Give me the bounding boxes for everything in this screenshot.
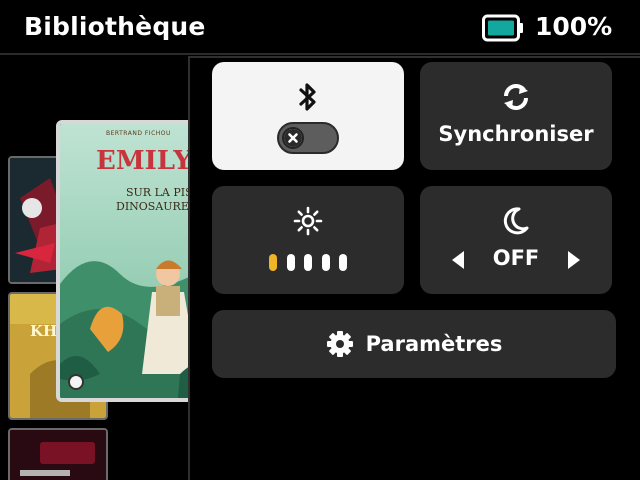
brightness-dot — [321, 254, 330, 271]
book-title: EMILY JO — [96, 146, 190, 176]
brightness-dot — [286, 254, 295, 271]
brightness-icon — [293, 206, 323, 236]
settings-label: Paramètres — [365, 332, 503, 356]
battery-icon — [482, 14, 523, 42]
bluetooth-icon — [299, 83, 316, 111]
brightness-dot — [339, 254, 347, 271]
chevron-right-icon[interactable] — [566, 250, 582, 270]
night-mode-tile[interactable]: OFF — [420, 186, 612, 294]
page-title: Bibliothèque — [24, 12, 206, 41]
moon-icon — [503, 207, 529, 235]
quick-settings-panel: Synchroniser OFF Paramètres — [188, 56, 640, 480]
book-author: BERTRAND FICHOU — [106, 130, 171, 137]
book-subtitle: DINOSAURES DIS — [116, 200, 190, 213]
sync-tile[interactable]: Synchroniser — [420, 62, 612, 170]
sync-icon — [504, 84, 528, 110]
settings-button[interactable]: Paramètres — [212, 310, 616, 378]
battery-percent: 100% — [535, 12, 613, 41]
settings-content: Paramètres — [212, 310, 616, 378]
featured-book-cover[interactable]: BERTRAND FICHOU EMILY JO SUR LA PISTE DI… — [56, 120, 190, 402]
brightness-dot — [304, 254, 312, 271]
book-cover[interactable] — [8, 428, 108, 480]
status-bar: Bibliothèque 100% — [0, 0, 640, 55]
sync-label: Synchroniser — [438, 122, 594, 146]
bluetooth-tile[interactable] — [212, 62, 404, 170]
brightness-tile[interactable] — [212, 186, 404, 294]
gear-icon — [326, 331, 353, 357]
brightness-level-indicator[interactable] — [269, 254, 347, 272]
library-grid: KHE BERTRAND FICHOU EMILY SUR LA PI DINO… — [0, 56, 190, 480]
close-icon — [284, 129, 302, 147]
bluetooth-toggle[interactable] — [277, 122, 339, 154]
toggle-knob — [282, 127, 304, 149]
brightness-dot — [269, 254, 277, 271]
book-subtitle: SUR LA PISTE — [126, 186, 190, 199]
night-mode-value: OFF — [492, 246, 540, 270]
